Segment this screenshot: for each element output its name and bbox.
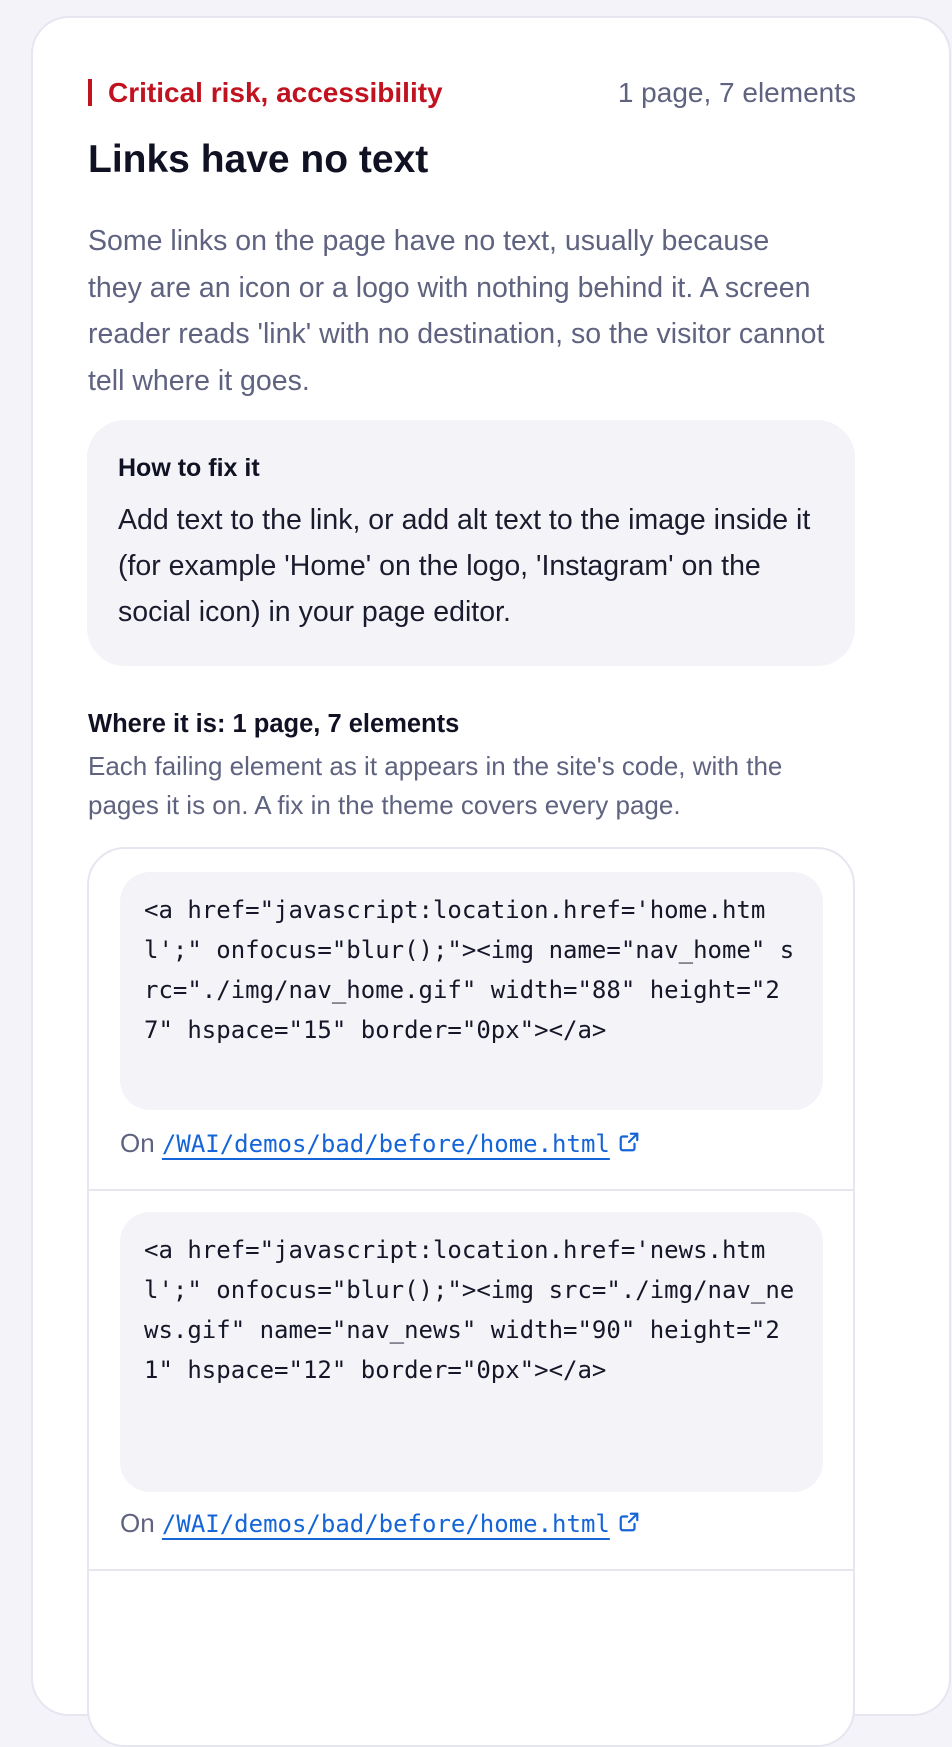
how-to-fix-panel: How to fix it Add text to the link, or a… <box>87 420 855 666</box>
external-link-icon[interactable] <box>618 1511 640 1533</box>
issue-description: Some links on the page have no text, usu… <box>88 225 825 397</box>
occurrence-list: <a href="javascript:location.href='home.… <box>87 847 855 1747</box>
external-link-icon[interactable] <box>618 1131 640 1153</box>
risk-label: Critical risk, accessibility <box>108 77 443 108</box>
how-to-fix-text: Add text to the link, or add alt text to… <box>118 504 811 628</box>
affected-count: 1 page, 7 elements <box>617 77 856 108</box>
occurrence-page-row: On /WAI/demos/bad/before/home.html <box>120 1505 640 1542</box>
how-to-fix-title: How to fix it <box>118 454 260 482</box>
occurrence-item: <a href="javascript:location.href='home.… <box>89 849 853 1191</box>
occurrence-item: <a href="javascript:location.href='news.… <box>89 1189 853 1571</box>
on-prefix: On <box>120 1508 155 1538</box>
issue-title: Links have no text <box>88 138 429 181</box>
code-snippet: <a href="javascript:location.href='news.… <box>120 1212 823 1492</box>
page-link[interactable]: /WAI/demos/bad/before/home.html <box>162 1510 610 1538</box>
code-snippet: <a href="javascript:location.href='home.… <box>120 872 823 1110</box>
page-link[interactable]: /WAI/demos/bad/before/home.html <box>162 1130 610 1158</box>
where-it-is-title: Where it is: 1 page, 7 elements <box>88 710 460 738</box>
occurrence-page-row: On /WAI/demos/bad/before/home.html <box>120 1125 640 1162</box>
on-prefix: On <box>120 1128 155 1158</box>
risk-indicator-bar <box>88 79 92 106</box>
issue-card: Critical risk, accessibility 1 page, 7 e… <box>31 16 951 1747</box>
risk-header: Critical risk, accessibility 1 page, 7 e… <box>88 76 856 110</box>
where-it-is-description: Each failing element as it appears in th… <box>88 751 783 820</box>
